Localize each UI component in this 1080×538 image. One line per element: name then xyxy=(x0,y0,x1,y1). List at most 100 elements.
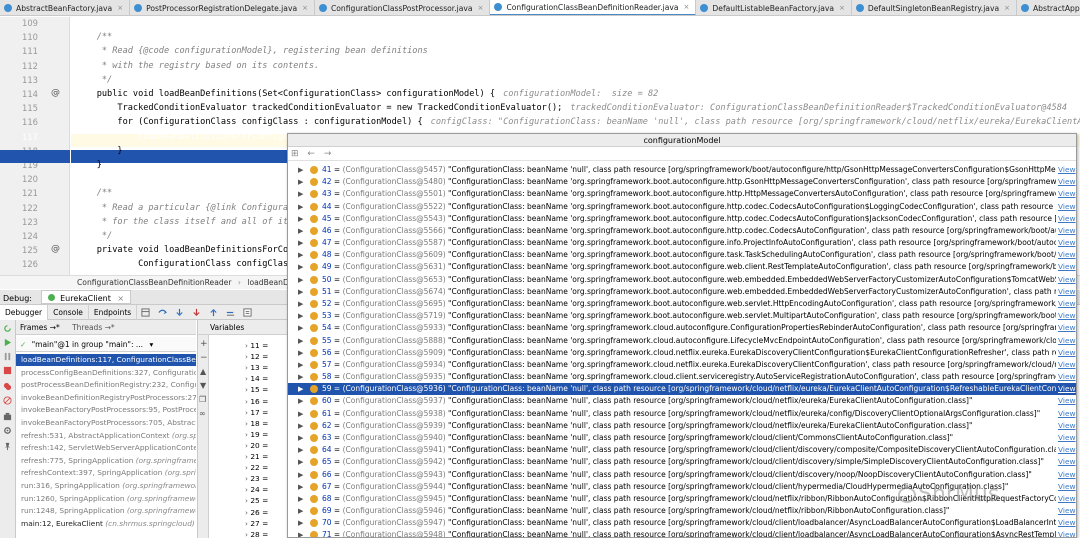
popup-row[interactable]: ▶ 52 = (ConfigurationClass@5695) "Configu… xyxy=(288,298,1076,310)
stack-frame[interactable]: run:316, SpringApplication (org.springfr… xyxy=(16,480,196,492)
popup-row[interactable]: ▶ 55 = (ConfigurationClass@5888) "Configu… xyxy=(288,335,1076,347)
force-step-into-icon[interactable] xyxy=(192,308,201,317)
view-link[interactable]: View xyxy=(1058,310,1076,322)
view-link[interactable]: View xyxy=(1058,164,1076,176)
popup-row[interactable]: ▶ 56 = (ConfigurationClass@5909) "Configu… xyxy=(288,347,1076,359)
expand-arrow-icon[interactable]: ▶ xyxy=(298,469,303,481)
popup-row[interactable]: ▶ 54 = (ConfigurationClass@5933) "Configu… xyxy=(288,322,1076,334)
popup-row[interactable]: ▶ 45 = (ConfigurationClass@5543) "Configu… xyxy=(288,213,1076,225)
pin-icon[interactable] xyxy=(3,442,12,451)
editor-tab[interactable]: ConfigurationClassPostProcessor.java × xyxy=(315,0,491,15)
expand-arrow-icon[interactable]: ▶ xyxy=(298,517,303,529)
view-link[interactable]: View xyxy=(1058,225,1076,237)
view-link[interactable]: View xyxy=(1058,322,1076,334)
view-link[interactable]: View xyxy=(1058,176,1076,188)
popup-row[interactable]: ▶ 57 = (ConfigurationClass@5934) "Configu… xyxy=(288,359,1076,371)
popup-row[interactable]: ▶ 46 = (ConfigurationClass@5566) "Configu… xyxy=(288,225,1076,237)
view-link[interactable]: View xyxy=(1058,213,1076,225)
close-icon[interactable]: × xyxy=(1004,4,1010,12)
expand-arrow-icon[interactable]: ▶ xyxy=(298,310,303,322)
view-link[interactable]: View xyxy=(1058,335,1076,347)
expand-arrow-icon[interactable]: ▶ xyxy=(298,322,303,334)
view-link[interactable]: View xyxy=(1058,347,1076,359)
camera-icon[interactable] xyxy=(3,412,12,421)
expand-arrow-icon[interactable]: ▶ xyxy=(298,164,303,176)
stack-frame[interactable]: refresh:775, SpringApplication (org.spri… xyxy=(16,455,196,467)
view-link[interactable]: View xyxy=(1058,420,1076,432)
expand-arrow-icon[interactable]: ▶ xyxy=(298,225,303,237)
stack-frame[interactable]: invokeBeanFactoryPostProcessors:705, Abs… xyxy=(16,417,196,429)
expand-arrow-icon[interactable]: ▶ xyxy=(298,371,303,383)
expand-arrow-icon[interactable]: ▶ xyxy=(298,261,303,273)
mute-breakpoints-icon[interactable] xyxy=(3,396,12,405)
editor-tab[interactable]: PostProcessorRegistrationDelegate.java × xyxy=(130,0,315,15)
view-link[interactable]: View xyxy=(1058,432,1076,444)
breadcrumb-class[interactable]: ConfigurationClassBeanDefinitionReader xyxy=(77,278,231,287)
evaluate-icon[interactable] xyxy=(243,307,252,317)
close-icon[interactable]: × xyxy=(117,294,124,303)
view-link[interactable]: View xyxy=(1058,286,1076,298)
settings-icon[interactable] xyxy=(3,426,12,435)
view-link[interactable]: View xyxy=(1058,456,1076,468)
stack-frame[interactable]: loadBeanDefinitions:117, ConfigurationCl… xyxy=(16,354,196,366)
move-down-icon[interactable]: ▼ xyxy=(200,381,206,390)
view-link[interactable]: View xyxy=(1058,493,1076,505)
editor-tab[interactable]: DefaultSingletonBeanRegistry.java × xyxy=(852,0,1017,15)
expand-arrow-icon[interactable]: ▶ xyxy=(298,176,303,188)
popup-row[interactable]: ▶ 66 = (ConfigurationClass@5943) "Configu… xyxy=(288,469,1076,481)
stack-frame[interactable]: invokeBeanFactoryPostProcessors:95, Post… xyxy=(16,404,196,416)
stack-frame[interactable]: invokeBeanDefinitionRegistryPostProcesso… xyxy=(16,392,196,404)
expand-arrow-icon[interactable]: ▶ xyxy=(298,213,303,225)
editor-tab[interactable]: AbstractApplicationContext.java× xyxy=(1017,0,1080,15)
view-link[interactable]: View xyxy=(1058,469,1076,481)
expand-arrow-icon[interactable]: ▶ xyxy=(298,420,303,432)
copy-icon[interactable]: ❐ xyxy=(199,395,206,404)
tab-debugger[interactable]: Debugger xyxy=(0,304,49,320)
stack-frame[interactable]: refresh:142, ServletWebServerApplication… xyxy=(16,442,196,454)
view-link[interactable]: View xyxy=(1058,444,1076,456)
step-over-icon[interactable] xyxy=(158,308,168,317)
override-icon[interactable]: @ xyxy=(51,88,60,98)
stack-frame[interactable]: main:12, EurekaClient (cn.shrmus.springc… xyxy=(16,518,196,530)
popup-row[interactable]: ▶ 71 = (ConfigurationClass@5948) "Configu… xyxy=(288,529,1076,537)
stack-frame[interactable]: refresh:531, AbstractApplicationContext … xyxy=(16,430,196,442)
stop-icon[interactable] xyxy=(3,366,12,375)
expand-arrow-icon[interactable]: ▶ xyxy=(298,335,303,347)
expand-arrow-icon[interactable]: ▶ xyxy=(298,481,303,493)
view-link[interactable]: View xyxy=(1058,298,1076,310)
step-into-icon[interactable] xyxy=(175,308,184,317)
stack-frame[interactable]: refreshContext:397, SpringApplication (o… xyxy=(16,467,196,479)
popup-row[interactable]: ▶ 59 = (ConfigurationClass@5936) "Configu… xyxy=(288,383,1076,396)
popup-row[interactable]: ▶ 41 = (ConfigurationClass@5457) "Configu… xyxy=(288,164,1076,176)
tab-threads[interactable]: Threads →* xyxy=(72,323,115,332)
popup-row[interactable]: ▶ 58 = (ConfigurationClass@5935) "Configu… xyxy=(288,371,1076,383)
view-link[interactable]: View xyxy=(1058,481,1076,493)
stack-frame[interactable]: run:1260, SpringApplication (org.springf… xyxy=(16,493,196,505)
run-to-cursor-icon[interactable] xyxy=(226,308,235,317)
close-icon[interactable]: × xyxy=(478,4,484,12)
editor-tab[interactable]: DefaultListableBeanFactory.java × xyxy=(696,0,852,15)
expand-arrow-icon[interactable]: ▶ xyxy=(298,286,303,298)
expand-arrow-icon[interactable]: ▶ xyxy=(298,237,303,249)
tab-endpoints[interactable]: Endpoints xyxy=(89,304,138,320)
expand-arrow-icon[interactable]: ▶ xyxy=(298,201,303,213)
expand-arrow-icon[interactable]: ▶ xyxy=(298,249,303,261)
popup-row[interactable]: ▶ 60 = (ConfigurationClass@5937) "Configu… xyxy=(288,395,1076,407)
popup-row[interactable]: ▶ 63 = (ConfigurationClass@5940) "Configu… xyxy=(288,432,1076,444)
tab-console[interactable]: Console xyxy=(48,304,89,320)
tab-frames[interactable]: Frames →* xyxy=(20,323,60,332)
stack-frame[interactable]: processConfigBeanDefinitions:327, Config… xyxy=(16,367,196,379)
view-link[interactable]: View xyxy=(1058,359,1076,371)
popup-row[interactable]: ▶ 64 = (ConfigurationClass@5941) "Configu… xyxy=(288,444,1076,456)
close-icon[interactable]: × xyxy=(302,4,308,12)
expand-arrow-icon[interactable]: ▶ xyxy=(298,493,303,505)
popup-row[interactable]: ▶ 48 = (ConfigurationClass@5609) "Configu… xyxy=(288,249,1076,261)
view-link[interactable]: View xyxy=(1058,188,1076,200)
view-link[interactable]: View xyxy=(1058,201,1076,213)
resume-icon[interactable] xyxy=(3,338,12,347)
debug-session-tab[interactable]: EurekaClient × xyxy=(40,290,132,304)
step-out-icon[interactable] xyxy=(209,308,218,317)
view-link[interactable]: View xyxy=(1058,517,1076,529)
popup-row[interactable]: ▶ 51 = (ConfigurationClass@5674) "Configu… xyxy=(288,286,1076,298)
pause-icon[interactable] xyxy=(3,352,12,361)
